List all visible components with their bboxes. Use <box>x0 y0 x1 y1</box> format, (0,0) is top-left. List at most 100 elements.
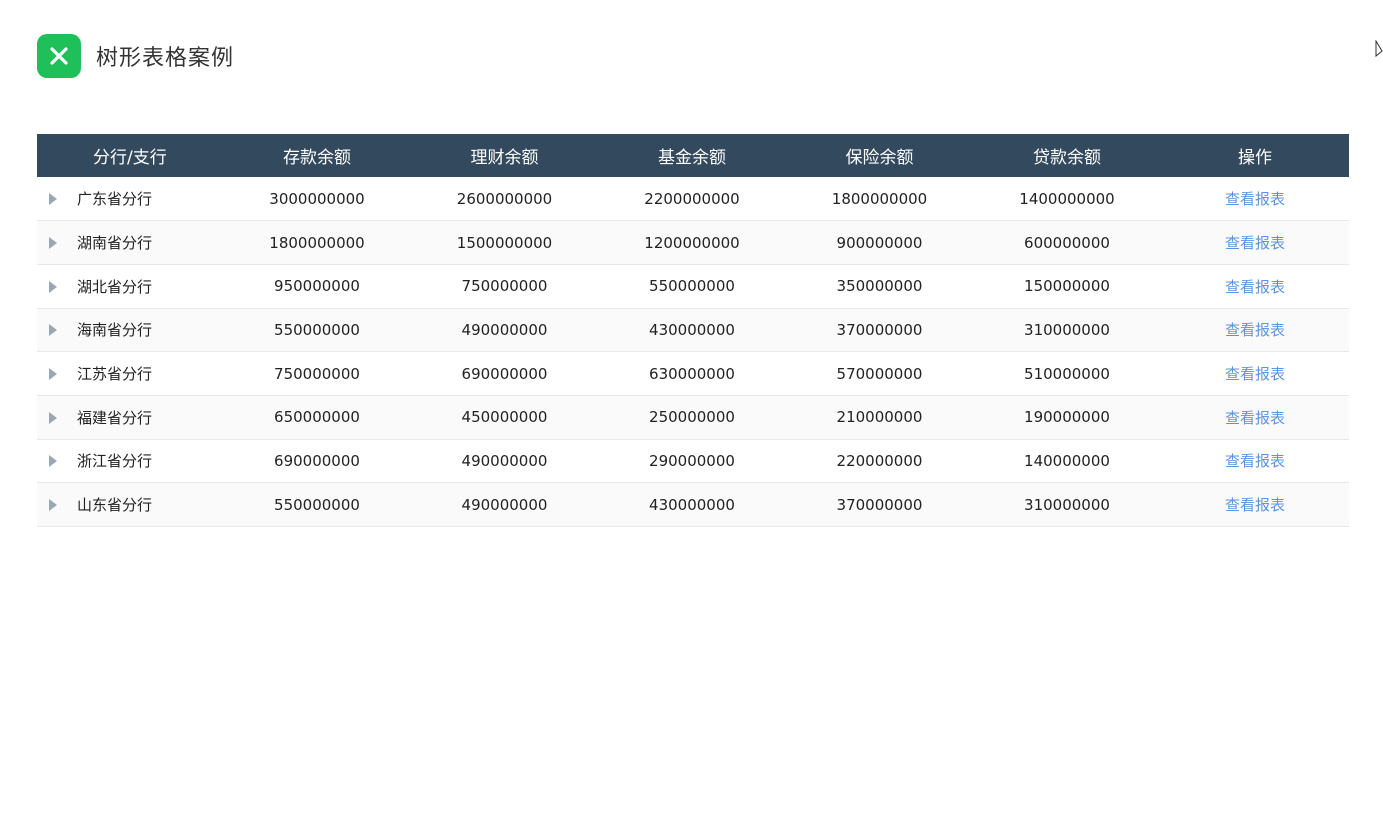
loan-cell: 310000000 <box>1024 320 1110 339</box>
expand-toggle[interactable] <box>37 177 77 221</box>
column-header-insurance[interactable]: 保险余额 <box>786 134 973 177</box>
deposit-cell: 750000000 <box>274 364 360 383</box>
caret-right-icon[interactable] <box>49 499 57 512</box>
caret-right-icon[interactable] <box>49 280 57 293</box>
expand-toggle[interactable] <box>37 395 77 439</box>
branch-name-cell: 广东省分行 <box>77 190 153 209</box>
expand-column-header <box>37 134 77 177</box>
app-header: 树形表格案例 <box>37 33 234 78</box>
branch-name-cell: 湖北省分行 <box>77 277 153 296</box>
branch-name-cell: 福建省分行 <box>77 408 153 427</box>
fund-cell: 550000000 <box>649 277 735 296</box>
close-x-icon[interactable] <box>37 33 81 78</box>
loan-cell: 510000000 <box>1024 364 1110 383</box>
column-header-branch[interactable]: 分行/支行 <box>77 134 223 177</box>
view-report-link[interactable]: 查看报表 <box>1225 409 1285 427</box>
expand-toggle[interactable] <box>37 439 77 483</box>
loan-cell: 140000000 <box>1024 451 1110 470</box>
expand-toggle[interactable] <box>37 264 77 308</box>
fund-cell: 430000000 <box>649 320 735 339</box>
expand-toggle[interactable] <box>37 483 77 527</box>
view-report-link[interactable]: 查看报表 <box>1225 190 1285 208</box>
table-row: 福建省分行 650000000 450000000 250000000 21000000… <box>37 395 1349 440</box>
loan-cell: 190000000 <box>1024 408 1110 427</box>
caret-right-icon[interactable] <box>49 368 57 381</box>
view-report-link[interactable]: 查看报表 <box>1225 496 1285 514</box>
column-header-deposit[interactable]: 存款余额 <box>223 134 411 177</box>
table-row: 湖北省分行 950000000 750000000 550000000 35000000… <box>37 264 1349 309</box>
expand-toggle[interactable] <box>37 221 77 265</box>
insurance-cell: 1800000000 <box>831 189 928 208</box>
loan-cell: 1400000000 <box>1019 189 1115 208</box>
deposit-cell: 650000000 <box>274 408 360 427</box>
wealth-cell: 450000000 <box>461 408 548 427</box>
expand-toggle[interactable] <box>37 352 77 396</box>
view-report-link[interactable]: 查看报表 <box>1225 365 1285 383</box>
deposit-cell: 3000000000 <box>269 189 365 208</box>
view-report-link[interactable]: 查看报表 <box>1225 321 1285 339</box>
action-cell: 查看报表 <box>1161 395 1349 439</box>
loan-cell: 600000000 <box>1024 233 1110 252</box>
wealth-cell: 1500000000 <box>456 233 553 252</box>
view-report-link[interactable]: 查看报表 <box>1225 234 1285 252</box>
branch-name-cell: 湖南省分行 <box>77 234 153 253</box>
deposit-cell: 1800000000 <box>269 233 365 252</box>
wealth-cell: 490000000 <box>461 495 548 514</box>
action-cell: 查看报表 <box>1161 439 1349 483</box>
insurance-cell: 900000000 <box>836 233 923 252</box>
action-cell: 查看报表 <box>1161 264 1349 308</box>
deposit-cell: 550000000 <box>274 320 360 339</box>
wealth-cell: 2600000000 <box>456 189 553 208</box>
fund-cell: 2200000000 <box>644 189 740 208</box>
table-row: 海南省分行 550000000 490000000 430000000 37000000… <box>37 308 1349 352</box>
page-title: 树形表格案例 <box>96 45 235 71</box>
table-row: 山东省分行 550000000 490000000 430000000 37000000… <box>37 482 1349 527</box>
deposit-cell: 950000000 <box>274 277 360 296</box>
branch-name-cell: 山东省分行 <box>77 496 153 515</box>
action-cell: 查看报表 <box>1161 308 1349 352</box>
fund-cell: 290000000 <box>649 451 735 470</box>
insurance-cell: 220000000 <box>836 451 923 470</box>
loan-cell: 150000000 <box>1024 277 1110 296</box>
wealth-cell: 490000000 <box>461 451 548 470</box>
table-row: 湖南省分行 1800000000 1500000000 1200000000 90000… <box>37 220 1349 265</box>
branch-name-cell: 浙江省分行 <box>77 452 153 471</box>
wealth-cell: 690000000 <box>461 364 548 383</box>
table-header-row: 分行/支行 存款余额 理财余额 基金余额 保险余额 贷款余额 操作 <box>37 134 1349 177</box>
caret-right-icon[interactable] <box>49 193 57 206</box>
wealth-cell: 490000000 <box>461 320 548 339</box>
insurance-cell: 370000000 <box>836 320 923 339</box>
insurance-cell: 570000000 <box>836 364 923 383</box>
fund-cell: 630000000 <box>649 364 735 383</box>
wealth-cell: 750000000 <box>461 277 548 296</box>
insurance-cell: 350000000 <box>836 277 923 296</box>
view-report-link[interactable]: 查看报表 <box>1225 278 1285 296</box>
column-header-action: 操作 <box>1238 148 1272 168</box>
column-header-loan[interactable]: 贷款余额 <box>973 134 1161 177</box>
caret-right-icon[interactable] <box>49 237 57 250</box>
fund-cell: 250000000 <box>649 408 735 427</box>
insurance-cell: 370000000 <box>836 495 923 514</box>
insurance-cell: 210000000 <box>836 408 923 427</box>
action-cell: 查看报表 <box>1161 352 1349 396</box>
caret-right-icon[interactable] <box>49 324 57 337</box>
table-row: 广东省分行 3000000000 2600000000 2200000000 18000… <box>37 177 1349 221</box>
deposit-cell: 690000000 <box>274 451 360 470</box>
loan-cell: 310000000 <box>1024 495 1110 514</box>
column-header-wealth[interactable]: 理财余额 <box>411 134 598 177</box>
action-cell: 查看报表 <box>1161 483 1349 527</box>
action-cell: 查看报表 <box>1161 177 1349 221</box>
fund-cell: 430000000 <box>649 495 735 514</box>
action-cell: 查看报表 <box>1161 221 1349 265</box>
branch-name-cell: 海南省分行 <box>77 321 153 340</box>
tree-table: 分行/支行 存款余额 理财余额 基金余额 保险余额 贷款余额 操作 广东省分行 3… <box>37 134 1349 527</box>
table-row: 江苏省分行 750000000 690000000 630000000 57000000… <box>37 352 1349 396</box>
column-header-fund[interactable]: 基金余额 <box>598 134 786 177</box>
fund-cell: 1200000000 <box>644 233 740 252</box>
caret-right-icon[interactable] <box>49 455 57 468</box>
expand-toggle[interactable] <box>37 308 77 352</box>
deposit-cell: 550000000 <box>274 495 360 514</box>
caret-right-icon[interactable] <box>49 411 57 424</box>
view-report-link[interactable]: 查看报表 <box>1225 452 1285 470</box>
cursor-icon <box>1375 39 1383 60</box>
